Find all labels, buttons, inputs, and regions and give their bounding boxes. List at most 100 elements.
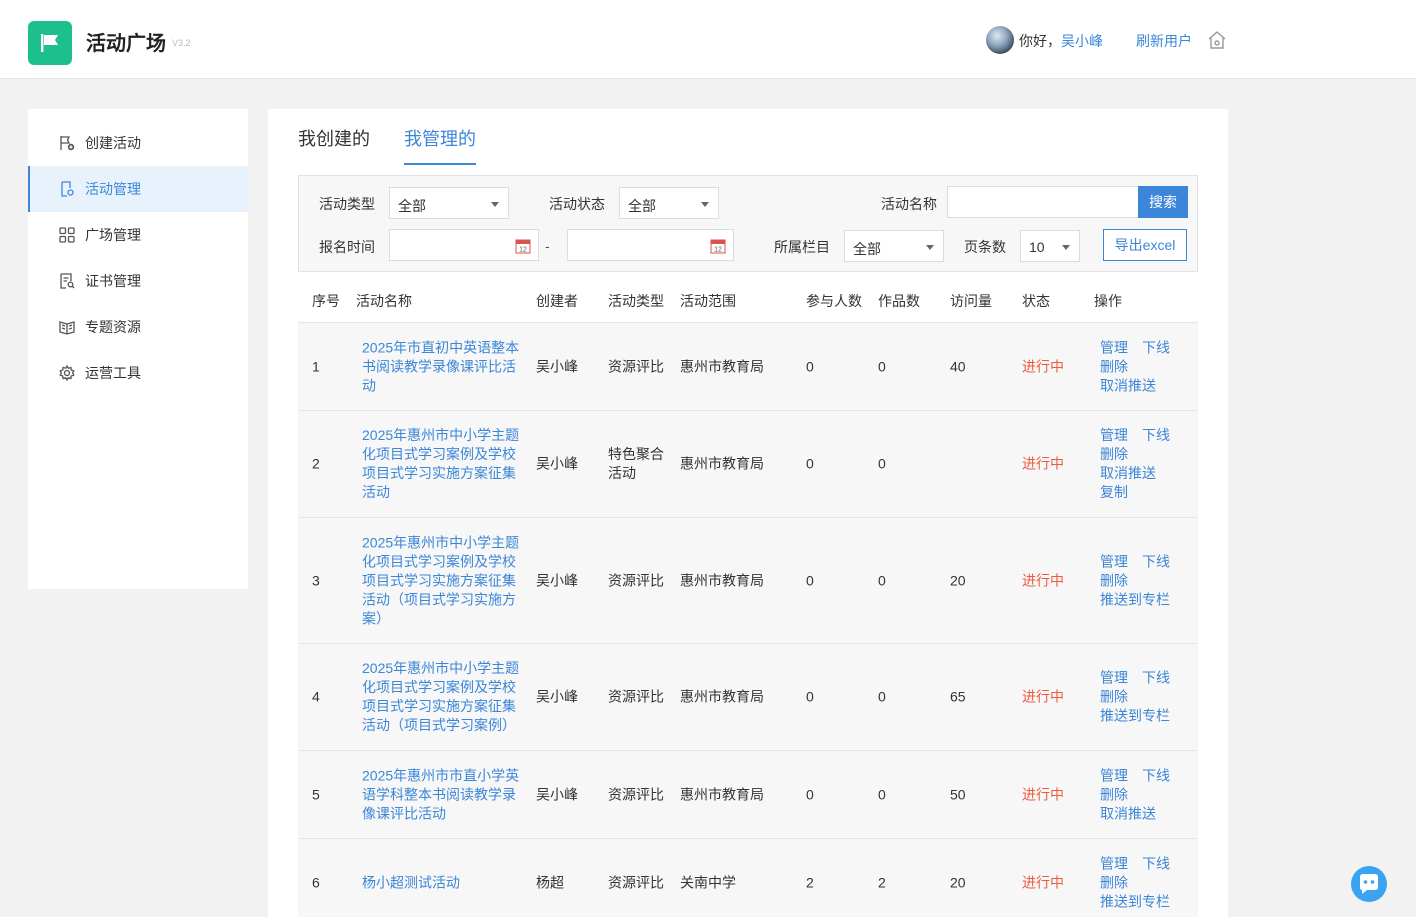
status-badge: 进行中 xyxy=(1022,786,1064,802)
app-logo[interactable] xyxy=(28,21,72,65)
activity-status-select[interactable]: 全部 xyxy=(619,187,719,219)
cell-activity-name-link[interactable]: 2025年惠州市中小学主题化项目式学习案例及学校项目式学习实施方案征集活动 xyxy=(362,426,526,502)
sidebar-item-label: 证书管理 xyxy=(85,273,141,289)
refresh-user-link[interactable]: 刷新用户 xyxy=(1136,31,1192,51)
book-icon xyxy=(58,318,76,336)
push-link[interactable]: 取消推送 xyxy=(1100,376,1176,395)
export-excel-button[interactable]: 导出excel xyxy=(1103,229,1187,261)
flag-add-icon xyxy=(58,134,76,152)
copy-link[interactable]: 复制 xyxy=(1100,483,1176,502)
row-actions: 管理 下线 删除 取消推送 xyxy=(1100,338,1190,395)
manage-link[interactable]: 管理 xyxy=(1100,426,1128,445)
cell-activity-name-link[interactable]: 2025年惠州市中小学主题化项目式学习案例及学校项目式学习实施方案征集活动（项目… xyxy=(362,659,526,735)
sidebar-item-create-activity[interactable]: 创建活动 xyxy=(28,120,248,166)
delete-link[interactable]: 删除 xyxy=(1100,445,1176,464)
cell-activity-name-link[interactable]: 2025年市直初中英语整本书阅读教学录像课评比活动 xyxy=(362,338,526,395)
avatar[interactable] xyxy=(986,26,1014,54)
row-actions: 管理 下线 删除 推送到专栏 xyxy=(1100,552,1190,609)
activity-type-label: 活动类型 xyxy=(319,196,375,212)
delete-link[interactable]: 删除 xyxy=(1100,357,1176,376)
tab-managed-by-me[interactable]: 我管理的 xyxy=(404,125,476,165)
chat-assistant-button[interactable] xyxy=(1351,866,1387,902)
sidebar-item-activity-management[interactable]: 活动管理 xyxy=(28,166,248,212)
sidebar-item-operation-tools[interactable]: 运营工具 xyxy=(28,350,248,396)
username-link[interactable]: 吴小峰 xyxy=(1061,31,1103,51)
cell-creator: 吴小峰 xyxy=(536,786,578,802)
delete-link[interactable]: 删除 xyxy=(1100,688,1176,707)
push-link[interactable]: 取消推送 xyxy=(1100,804,1176,823)
activity-type-value: 全部 xyxy=(398,198,426,214)
cell-participants: 0 xyxy=(806,688,814,705)
sidebar-item-label: 创建活动 xyxy=(85,135,141,151)
cell-works: 0 xyxy=(878,455,886,472)
cell-works: 0 xyxy=(878,688,886,705)
row-actions: 管理 下线 删除 取消推送 xyxy=(1100,766,1190,823)
sidebar-item-plaza-management[interactable]: 广场管理 xyxy=(28,212,248,258)
cell-scope: 惠州市教育局 xyxy=(680,786,764,802)
cell-participants: 0 xyxy=(806,455,814,472)
delete-link[interactable]: 删除 xyxy=(1100,873,1176,892)
sidebar-item-topic-resources[interactable]: 专题资源 xyxy=(28,304,248,350)
manage-link[interactable]: 管理 xyxy=(1100,854,1128,873)
cell-creator: 吴小峰 xyxy=(536,455,578,472)
calendar-icon[interactable]: 12 xyxy=(710,238,726,257)
sidebar-item-certificate-management[interactable]: 证书管理 xyxy=(28,258,248,304)
cell-works: 0 xyxy=(878,358,886,374)
th-type: 活动类型 xyxy=(608,293,664,309)
cell-activity-name-link[interactable]: 2025年惠州市中小学主题化项目式学习案例及学校项目式学习实施方案征集活动（项目… xyxy=(362,533,526,628)
chevron-down-icon xyxy=(1062,245,1070,250)
activity-type-select[interactable]: 全部 xyxy=(389,187,509,219)
signup-start-date-input[interactable]: 12 xyxy=(389,229,539,261)
signup-end-date-input[interactable]: 12 xyxy=(567,229,734,261)
table-row: 4 2025年惠州市中小学主题化项目式学习案例及学校项目式学习实施方案征集活动（… xyxy=(298,644,1198,751)
manage-link[interactable]: 管理 xyxy=(1100,766,1128,785)
column-label: 所属栏目 xyxy=(774,239,830,255)
push-link[interactable]: 推送到专栏 xyxy=(1100,892,1176,911)
activity-name-input[interactable] xyxy=(947,186,1139,218)
offline-link[interactable]: 下线 xyxy=(1142,766,1170,785)
filter-panel: 活动类型 全部 活动状态 全部 活动名称 搜索 报名时间 12 - 12 所属栏… xyxy=(298,175,1198,272)
offline-link[interactable]: 下线 xyxy=(1142,854,1170,873)
column-select[interactable]: 全部 xyxy=(844,230,944,262)
push-link[interactable]: 推送到专栏 xyxy=(1100,707,1176,726)
manage-link[interactable]: 管理 xyxy=(1100,338,1128,357)
page-size-select[interactable]: 10 xyxy=(1020,230,1080,262)
chat-icon xyxy=(1360,874,1378,894)
chevron-down-icon xyxy=(491,202,499,207)
push-link[interactable]: 推送到专栏 xyxy=(1100,590,1176,609)
row-actions: 管理 下线 删除 推送到专栏 xyxy=(1100,854,1190,911)
calendar-icon[interactable]: 12 xyxy=(515,238,531,257)
cell-activity-name-link[interactable]: 2025年惠州市市直小学英语学科整本书阅读教学录像课评比活动 xyxy=(362,766,526,823)
offline-link[interactable]: 下线 xyxy=(1142,426,1170,445)
status-badge: 进行中 xyxy=(1022,572,1064,588)
sidebar-item-label: 专题资源 xyxy=(85,319,141,335)
cell-type: 资源评比 xyxy=(608,572,664,588)
table-row: 1 2025年市直初中英语整本书阅读教学录像课评比活动 吴小峰 资源评比 惠州市… xyxy=(298,323,1198,411)
search-button[interactable]: 搜索 xyxy=(1138,186,1188,218)
cell-visits: 20 xyxy=(950,874,966,890)
manage-link[interactable]: 管理 xyxy=(1100,669,1128,688)
th-index: 序号 xyxy=(312,293,340,309)
cell-index: 6 xyxy=(312,874,320,890)
doc-gear-icon xyxy=(58,180,76,198)
cell-participants: 0 xyxy=(806,358,814,374)
push-link[interactable]: 取消推送 xyxy=(1100,464,1176,483)
manage-link[interactable]: 管理 xyxy=(1100,552,1128,571)
delete-link[interactable]: 删除 xyxy=(1100,785,1176,804)
status-badge: 进行中 xyxy=(1022,358,1064,374)
gear-icon xyxy=(58,364,76,382)
cell-visits: 40 xyxy=(950,358,966,374)
delete-link[interactable]: 删除 xyxy=(1100,571,1176,590)
cell-type: 资源评比 xyxy=(608,358,664,374)
offline-link[interactable]: 下线 xyxy=(1142,338,1170,357)
cell-visits: 20 xyxy=(950,572,966,588)
cell-activity-name-link[interactable]: 杨小超测试活动 xyxy=(362,873,526,892)
cell-index: 3 xyxy=(312,572,320,588)
sidebar: 创建活动 活动管理 广场管理 证书管理 专题资源 运营工具 xyxy=(28,109,248,589)
home-icon[interactable] xyxy=(1206,29,1228,54)
offline-link[interactable]: 下线 xyxy=(1142,552,1170,571)
tab-created-by-me[interactable]: 我创建的 xyxy=(298,125,370,163)
signup-time-label: 报名时间 xyxy=(319,239,375,255)
offline-link[interactable]: 下线 xyxy=(1142,669,1170,688)
cell-type: 特色聚合活动 xyxy=(608,446,664,481)
